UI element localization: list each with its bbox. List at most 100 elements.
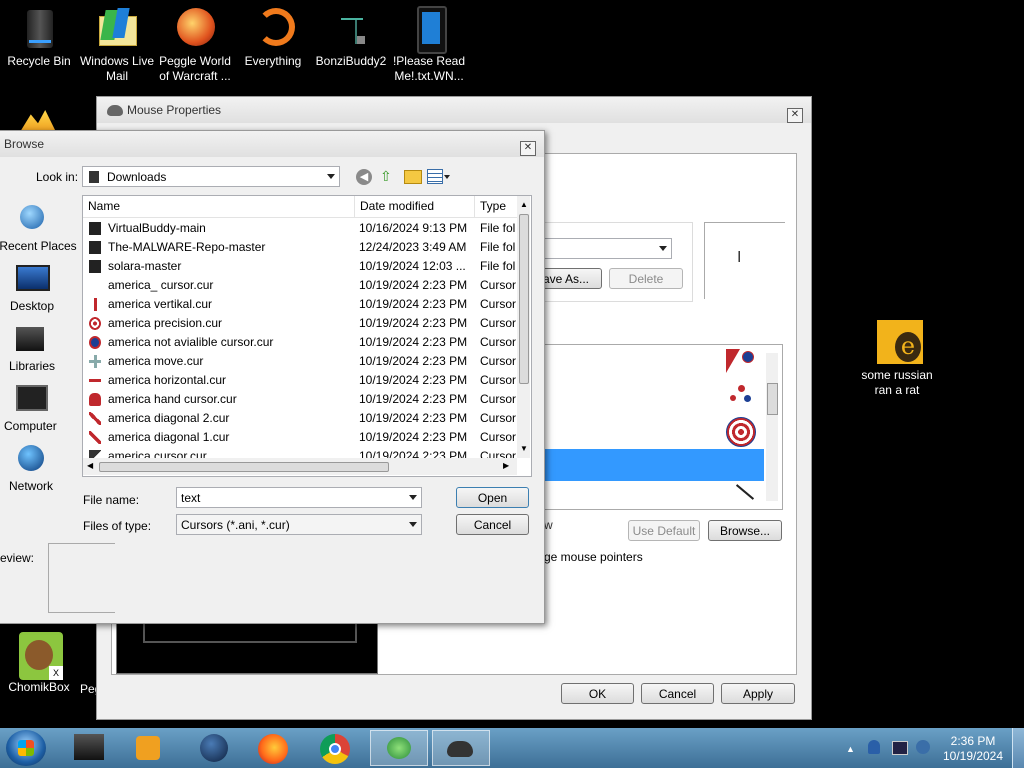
new-folder-icon[interactable] — [404, 170, 422, 184]
computer-icon — [16, 385, 48, 411]
desktop-icon-some-russian[interactable]: e some russian ran a rat — [856, 314, 938, 398]
apply-button[interactable]: Apply — [721, 683, 795, 704]
file-type-cell: Cursor — [480, 316, 516, 330]
file-list[interactable]: Name Date modified Type VirtualBuddy-mai… — [82, 195, 532, 477]
file-name-cell: america vertikal.cur — [108, 297, 213, 311]
scroll-left-icon[interactable]: ◀ — [87, 461, 93, 470]
place-recent[interactable]: Recent Places — [0, 201, 77, 255]
network-tray-icon[interactable] — [892, 741, 908, 755]
scrollbar-thumb[interactable] — [767, 383, 778, 415]
column-date-modified[interactable]: Date modified — [355, 196, 475, 217]
file-row[interactable]: america diagonal 2.cur 10/19/2024 2:23 PM… — [83, 409, 523, 428]
file-name-label: File name: — [83, 493, 140, 507]
taskbar-firefox[interactable] — [246, 730, 300, 766]
close-icon[interactable]: ✕ — [787, 108, 803, 123]
files-of-type-dropdown[interactable]: Cursors (*.ani, *.cur) — [176, 514, 422, 535]
chevron-down-icon[interactable] — [444, 175, 450, 179]
file-row[interactable]: america hand cursor.cur 10/19/2024 2:23 P… — [83, 390, 523, 409]
desktop-icon-peggle[interactable]: Peggle World of Warcraft ... — [156, 0, 234, 84]
arrow-cursor-icon — [726, 349, 754, 375]
desktop-icon-windows-live-mail[interactable]: Windows Live Mail — [78, 0, 156, 84]
file-name-cell: america move.cur — [108, 354, 204, 368]
dialog-title: Browse — [4, 137, 45, 151]
clock[interactable]: 2:36 PM 10/19/2024 — [940, 734, 1006, 764]
scroll-down-icon[interactable]: ▼ — [520, 444, 528, 453]
look-in-dropdown[interactable]: Downloads — [82, 166, 340, 187]
place-network[interactable]: Network — [0, 441, 76, 495]
taskbar-chrome[interactable] — [308, 730, 362, 766]
taskbar-mouse-properties[interactable] — [432, 730, 490, 766]
list-scrollbar[interactable] — [766, 353, 778, 501]
handwriting-cursor-icon — [735, 484, 755, 500]
browse-titlebar[interactable]: Browse — [0, 131, 544, 157]
scroll-right-icon[interactable]: ▶ — [503, 461, 509, 470]
scrollbar-thumb[interactable] — [519, 214, 529, 384]
file-row[interactable]: america not avialible cursor.cur 10/19/20… — [83, 333, 523, 352]
taskbar-libraries[interactable] — [62, 730, 116, 766]
cancel-button[interactable]: Cancel — [641, 683, 714, 704]
file-row[interactable]: VirtualBuddy-main 10/16/2024 9:13 PM File … — [83, 219, 523, 238]
start-button[interactable] — [6, 730, 46, 766]
cancel-button[interactable]: Cancel — [456, 514, 529, 535]
show-desktop-button[interactable] — [1012, 728, 1024, 768]
security-shield-icon[interactable] — [868, 740, 880, 754]
taskbar-app[interactable] — [186, 730, 240, 766]
view-menu-icon[interactable] — [427, 169, 443, 184]
up-folder-icon[interactable]: ⇧ — [380, 168, 396, 184]
file-row[interactable]: america precision.cur 10/19/2024 2:23 PM C… — [83, 314, 523, 333]
file-name-cell: america_ cursor.cur — [108, 278, 214, 292]
file-type-cell: Cursor — [480, 411, 516, 425]
open-button[interactable]: Open — [456, 487, 529, 508]
file-row[interactable]: solara-master 10/19/2024 12:03 ... File fo… — [83, 257, 523, 276]
desktop-icon-bonzibuddy[interactable]: BonziBuddy2 — [312, 0, 390, 69]
file-row[interactable]: The-MALWARE-Repo-master 12/24/2023 3:49 A… — [83, 238, 523, 257]
column-type[interactable]: Type — [475, 196, 519, 217]
place-libraries[interactable]: Libraries — [0, 321, 76, 375]
horizontal-scrollbar[interactable]: ◀ ▶ — [83, 458, 517, 475]
file-type-cell: Cursor — [480, 278, 516, 292]
file-row[interactable]: america_ cursor.cur 10/19/2024 2:23 PM Cur… — [83, 276, 523, 295]
place-label: Computer — [4, 419, 57, 433]
desktop-icon-everything[interactable]: Everything — [234, 0, 312, 69]
use-default-button[interactable]: Use Default — [628, 520, 700, 541]
file-row[interactable]: america diagonal 1.cur 10/19/2024 2:23 PM… — [83, 428, 523, 447]
file-row[interactable]: america vertikal.cur 10/19/2024 2:23 PM Cu… — [83, 295, 523, 314]
desktop-icon-recycle-bin[interactable]: Recycle Bin — [0, 0, 78, 69]
delete-button[interactable]: Delete — [609, 268, 683, 289]
taskbar-control-panel[interactable] — [370, 730, 428, 766]
recent-places-icon — [20, 205, 44, 229]
place-label: Desktop — [10, 299, 55, 313]
taskbar-media-player[interactable] — [120, 730, 174, 766]
back-icon[interactable]: ◀ — [356, 169, 372, 185]
file-name-cell: The-MALWARE-Repo-master — [108, 240, 266, 254]
close-icon[interactable]: ✕ — [520, 141, 536, 156]
browse-button[interactable]: Browse... — [708, 520, 782, 541]
place-label: Recent Places — [0, 239, 77, 253]
show-hidden-icons-icon[interactable]: ▲ — [846, 744, 855, 754]
file-name-input[interactable]: text — [176, 487, 422, 508]
file-name-cell: america not avialible cursor.cur — [108, 335, 274, 349]
desktop-icon-chomikbox[interactable]: X ChomikBox — [0, 626, 78, 695]
ok-button[interactable]: OK — [561, 683, 634, 704]
column-name[interactable]: Name — [83, 196, 355, 217]
vertical-cursor-icon — [89, 298, 101, 311]
vertical-scrollbar[interactable]: ▲ ▼ — [517, 196, 530, 458]
file-date-cell: 10/19/2024 2:23 PM — [359, 373, 468, 387]
file-row[interactable]: america move.cur 10/19/2024 2:23 PM Cursor — [83, 352, 523, 371]
desktop-icon-partial[interactable] — [16, 110, 60, 132]
place-desktop[interactable]: Desktop — [0, 261, 76, 315]
move-cursor-icon — [89, 355, 101, 368]
file-type-cell: Cursor — [480, 373, 516, 387]
file-name-cell: solara-master — [108, 259, 182, 273]
desktop-icon-please-read-me[interactable]: !Please Read Me!.txt.WN... — [390, 0, 468, 84]
file-name-cell: america hand cursor.cur — [108, 392, 237, 406]
volume-icon[interactable] — [916, 740, 930, 754]
place-computer[interactable]: Computer — [0, 381, 76, 435]
scroll-up-icon[interactable]: ▲ — [520, 200, 528, 209]
mouse-properties-titlebar[interactable]: Mouse Properties — [97, 97, 811, 123]
desktop-icon — [16, 265, 50, 291]
file-row[interactable]: america horizontal.cur 10/19/2024 2:23 PM… — [83, 371, 523, 390]
scrollbar-thumb[interactable] — [99, 462, 389, 472]
hand-cursor-icon — [89, 393, 101, 406]
file-name-cell: america precision.cur — [108, 316, 223, 330]
